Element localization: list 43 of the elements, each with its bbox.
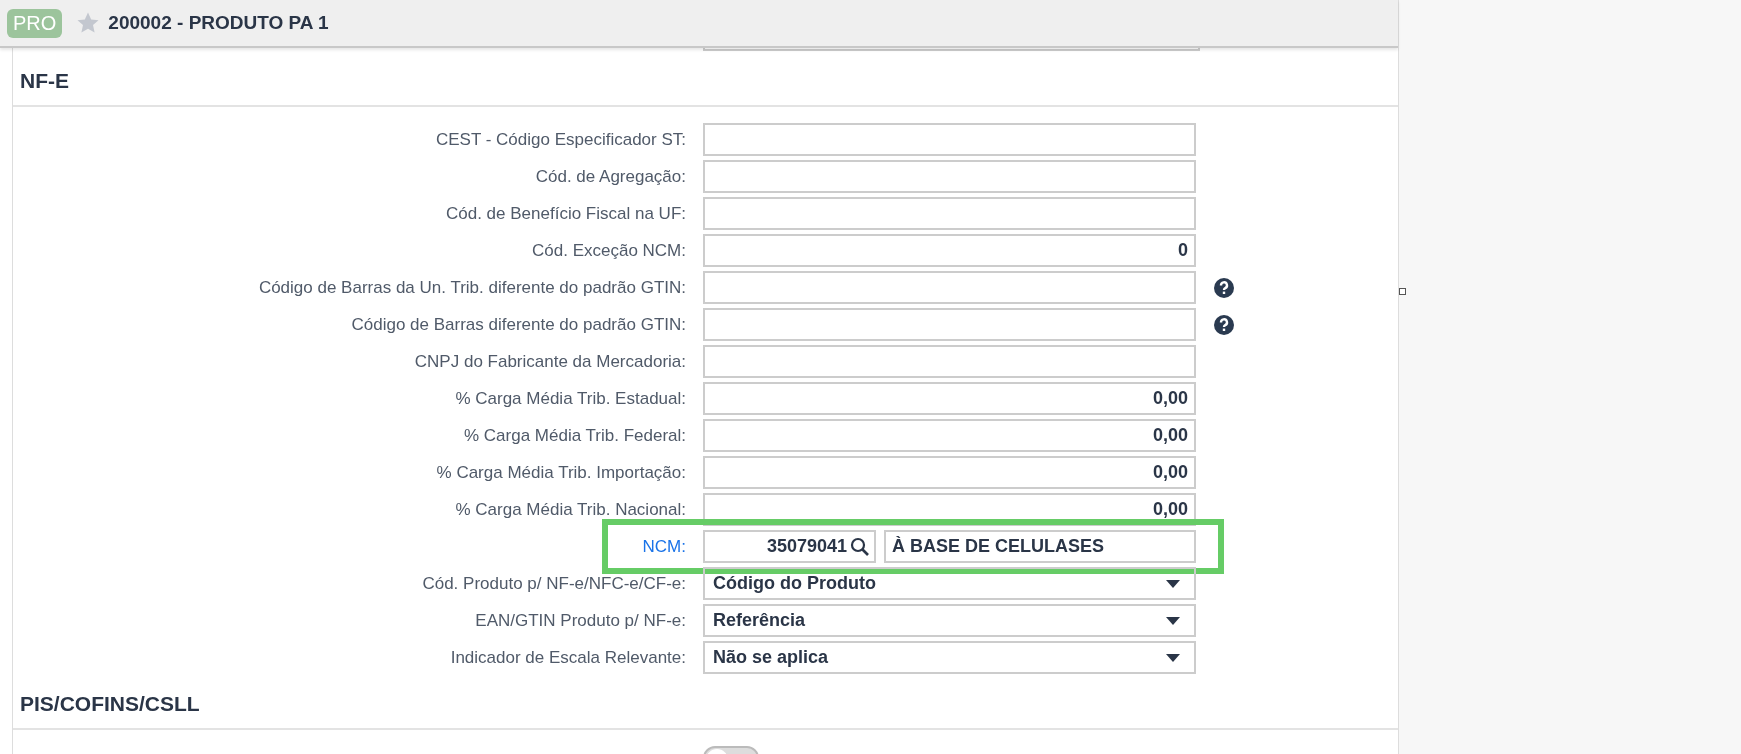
dropdown[interactable]: Referência [703,604,1196,637]
field-label: Código de Barras da Un. Trib. diferente do padrão GTIN: [257,277,687,298]
caret-icon [1166,616,1180,625]
field-label[interactable]: NCM: [613,536,703,557]
input-field[interactable] [703,308,1196,341]
field-label: CEST - Código Especificador ST: [434,129,687,150]
section-heading: NF-E [13,63,1398,107]
star-icon[interactable] [76,11,101,35]
help-icon[interactable] [1214,314,1234,335]
field-label: % Carga Média Trib. Nacional: [454,499,687,520]
caret-icon [1166,653,1180,662]
ncm-code-field[interactable]: 35079041 [703,530,876,563]
section-heading: PIS/COFINS/CSLL [13,686,1398,730]
input-field[interactable] [703,271,1196,304]
input-field[interactable] [703,197,1196,230]
field-label: CNPJ do Fabricante da Mercadoria: [413,351,687,372]
caret-icon [1166,579,1180,588]
input-field[interactable] [703,160,1196,193]
input-field[interactable]: 0,00 [703,493,1196,526]
input-field[interactable]: 0 [703,234,1196,267]
field-label: Código de Barras diferente do padrão GTIN: [350,314,687,335]
field-label: Cód. Produto p/ NF-e/NFC-e/CF-e: [421,573,687,594]
field-label: % Carga Média Trib. Importação: [435,462,687,483]
module-badge: PRO [7,8,63,38]
input-field[interactable]: 0,00 [703,419,1196,452]
field-label: Cód. Exceção NCM: [531,240,687,261]
field-label: Indicador de Escala Relevante: [449,647,687,668]
product-title: 200002 - PRODUTO PA 1 [108,12,329,34]
field-label: % Carga Média Trib. Estadual: [454,388,687,409]
help-icon[interactable] [1214,277,1234,298]
dropdown[interactable]: Código do Produto [703,567,1196,600]
resize-handle[interactable] [1399,288,1406,295]
input-field[interactable] [703,123,1196,156]
input-field[interactable]: 0,00 [703,456,1196,489]
ncm-description-field[interactable]: À BASE DE CELULASES [884,530,1196,563]
input-field[interactable] [703,345,1196,378]
dropdown[interactable]: Não se aplica [703,641,1196,674]
field-label: Cód. de Agregação: [534,166,687,187]
input-field[interactable]: 0,00 [703,382,1196,415]
field-label: EAN/GTIN Produto p/ NF-e: [474,610,687,631]
search-icon[interactable] [850,536,870,557]
field-label: % Carga Média Trib. Federal: [462,425,687,446]
field-label: Cód. de Benefício Fiscal na UF: [445,203,687,224]
